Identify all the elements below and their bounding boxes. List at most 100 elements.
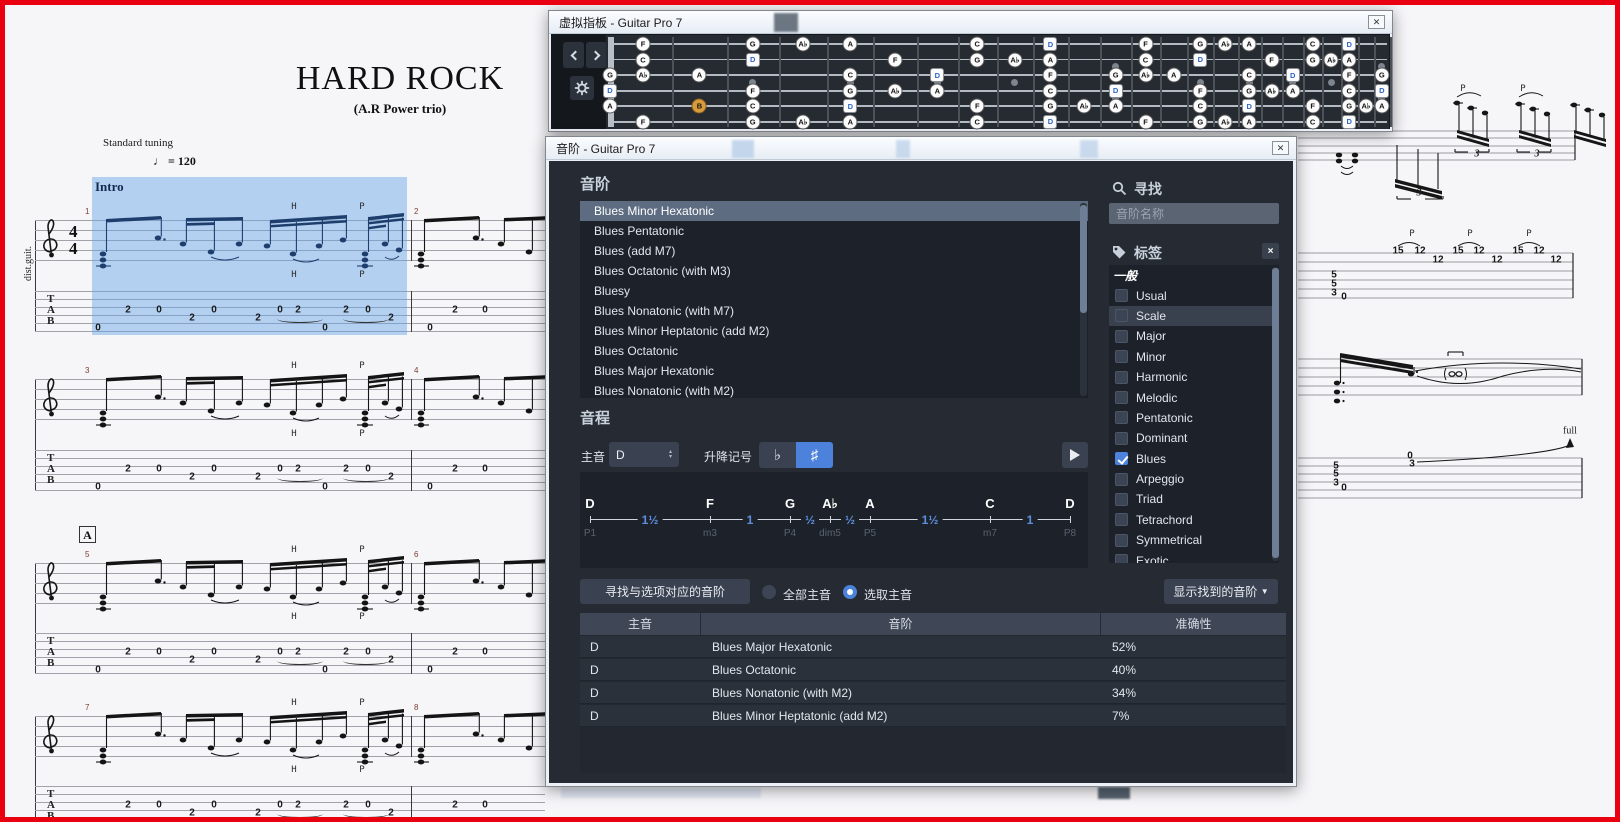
tag-item[interactable]: Symmetrical — [1109, 530, 1279, 550]
fretboard-scale-note[interactable]: A — [930, 83, 945, 98]
fretboard-scale-note[interactable]: A♭ — [1138, 68, 1153, 83]
fretboard-scale-note[interactable]: A♭ — [1007, 52, 1022, 67]
fretboard-scale-note[interactable]: F — [1043, 68, 1058, 83]
fretboard-scale-note[interactable]: C — [745, 99, 760, 114]
fretboard-settings-button[interactable] — [570, 76, 594, 100]
fretboard-next-button[interactable] — [586, 42, 607, 68]
fretboard-scale-note[interactable]: C — [1043, 83, 1058, 98]
fretboard-scale-note[interactable]: F — [636, 37, 651, 52]
fretboard-scale-note[interactable]: A♭ — [1218, 114, 1233, 129]
fretboard-scale-note[interactable]: A — [1242, 37, 1257, 52]
scale-list-item[interactable]: Blues Major Hexatonic — [580, 361, 1088, 381]
fretboard-root-note[interactable]: D — [1342, 115, 1356, 129]
selected-root-radio[interactable] — [843, 585, 857, 599]
tag-item[interactable]: Melodic — [1109, 387, 1279, 407]
tag-item[interactable]: Harmonic — [1109, 367, 1279, 387]
fretboard-scale-note[interactable]: G — [1242, 83, 1257, 98]
fretboard-scale-note[interactable]: G — [745, 37, 760, 52]
fretboard-scale-note[interactable]: G — [1374, 68, 1389, 83]
fretboard-scale-note[interactable]: G — [843, 83, 858, 98]
fretboard-root-note[interactable]: D — [930, 68, 944, 82]
tag-item[interactable]: Pentatonic — [1109, 408, 1279, 428]
fretboard-scale-note[interactable]: G — [1108, 68, 1123, 83]
fretboard-scale-note[interactable]: G — [745, 114, 760, 129]
fretboard-root-note[interactable]: D — [1109, 84, 1123, 98]
fretboard-root-note[interactable]: D — [1043, 115, 1057, 129]
scale-list-item[interactable]: Bluesy — [580, 281, 1088, 301]
tag-checkbox[interactable] — [1115, 371, 1128, 384]
tag-item[interactable]: Dominant — [1109, 428, 1279, 448]
tag-checkbox[interactable] — [1115, 493, 1128, 506]
flat-button[interactable]: ♭ — [759, 442, 796, 468]
results-row[interactable]: DBlues Minor Heptatonic (add M2)7% — [580, 705, 1286, 727]
fretboard-scale-note[interactable]: F — [888, 52, 903, 67]
fretboard-current-note[interactable]: B — [692, 99, 707, 114]
scale-list-item[interactable]: Blues Nonatonic (with M7) — [580, 301, 1088, 321]
tag-checkbox[interactable] — [1115, 350, 1128, 363]
fretboard-scale-note[interactable]: A♭ — [795, 37, 810, 52]
tag-item[interactable]: Exotic — [1109, 550, 1279, 563]
fretboard-scale-note[interactable]: A — [692, 68, 707, 83]
fretboard-scale-note[interactable]: A♭ — [1076, 99, 1091, 114]
tag-item[interactable]: Triad — [1109, 489, 1279, 509]
fretboard[interactable]: FGA♭ACDFGA♭ACDCDFGA♭ACDFGA♭AGA♭ACDFGA♭AC… — [606, 35, 1389, 129]
fretboard-scale-note[interactable]: G — [1342, 99, 1357, 114]
fretboard-scale-note[interactable]: C — [970, 114, 985, 129]
fretboard-scale-note[interactable]: F — [1138, 37, 1153, 52]
tag-checkbox[interactable] — [1115, 554, 1128, 563]
tag-item[interactable]: Blues — [1109, 449, 1279, 469]
scrollbar-thumb[interactable] — [1080, 205, 1087, 313]
fretboard-close-button[interactable]: ✕ — [1368, 15, 1385, 29]
fretboard-scale-note[interactable]: G — [1193, 114, 1208, 129]
scale-list-item[interactable]: Blues (add M7) — [580, 241, 1088, 261]
fretboard-scale-note[interactable]: C — [1342, 83, 1357, 98]
fretboard-root-note[interactable]: D — [1342, 37, 1356, 51]
results-row[interactable]: DBlues Major Hexatonic52% — [580, 636, 1286, 658]
clear-tags-button[interactable]: × — [1262, 243, 1279, 259]
tag-checkbox[interactable] — [1115, 309, 1128, 322]
fretboard-scale-note[interactable]: F — [745, 83, 760, 98]
scrollbar-thumb[interactable] — [1272, 268, 1279, 558]
fretboard-scale-note[interactable]: C — [843, 68, 858, 83]
tag-checkbox[interactable] — [1115, 391, 1128, 404]
scale-list-item[interactable]: Blues Minor Hexatonic — [580, 201, 1088, 221]
root-note-dropdown[interactable]: D ▴▾ — [609, 442, 679, 467]
scale-list-item[interactable]: Blues Nonatonic (with M2) — [580, 381, 1088, 398]
fretboard-scale-note[interactable]: A♭ — [636, 68, 651, 83]
fretboard-scale-note[interactable]: F — [1305, 99, 1320, 114]
fretboard-scale-note[interactable]: A — [1285, 83, 1300, 98]
fretboard-scale-note[interactable]: A — [1043, 52, 1058, 67]
fretboard-scale-note[interactable]: C — [1193, 99, 1208, 114]
fretboard-scale-note[interactable]: G — [603, 68, 618, 83]
fretboard-root-note[interactable]: D — [843, 99, 857, 113]
tag-item[interactable]: Scale — [1109, 306, 1279, 326]
fretboard-scale-note[interactable]: G — [970, 52, 985, 67]
fretboard-scale-note[interactable]: A♭ — [1218, 37, 1233, 52]
tag-item[interactable]: Minor — [1109, 347, 1279, 367]
tag-item[interactable]: Usual — [1109, 285, 1279, 305]
fretboard-root-note[interactable]: D — [603, 84, 617, 98]
tag-checkbox[interactable] — [1115, 432, 1128, 445]
tag-checkbox[interactable] — [1115, 534, 1128, 547]
tag-checkbox[interactable] — [1115, 411, 1128, 424]
find-matching-scales-button[interactable]: 寻找与选项对应的音阶 — [580, 579, 750, 604]
scale-name-search-input[interactable] — [1109, 203, 1279, 224]
fretboard-scale-note[interactable]: C — [970, 37, 985, 52]
tag-checkbox[interactable] — [1115, 513, 1128, 526]
fretboard-scale-note[interactable]: F — [1264, 52, 1279, 67]
fretboard-prev-button[interactable] — [563, 42, 584, 68]
sharp-button[interactable]: ♯ — [796, 442, 833, 468]
results-row[interactable]: DBlues Octatonic40% — [580, 659, 1286, 681]
scale-list-item[interactable]: Blues Octatonic (with M3) — [580, 261, 1088, 281]
fretboard-scale-note[interactable]: A♭ — [1264, 83, 1279, 98]
fretboard-scale-note[interactable]: A — [843, 37, 858, 52]
fretboard-scale-note[interactable]: F — [1138, 114, 1153, 129]
fretboard-scale-note[interactable]: F — [1342, 68, 1357, 83]
tag-list-scrollbar[interactable] — [1272, 267, 1279, 561]
fretboard-scale-note[interactable]: A — [1342, 52, 1357, 67]
fretboard-root-note[interactable]: D — [746, 53, 760, 67]
all-roots-radio[interactable] — [762, 585, 776, 599]
fretboard-root-note[interactable]: D — [1375, 84, 1389, 98]
fretboard-scale-note[interactable]: A♭ — [1358, 99, 1373, 114]
fretboard-root-note[interactable]: D — [1043, 37, 1057, 51]
